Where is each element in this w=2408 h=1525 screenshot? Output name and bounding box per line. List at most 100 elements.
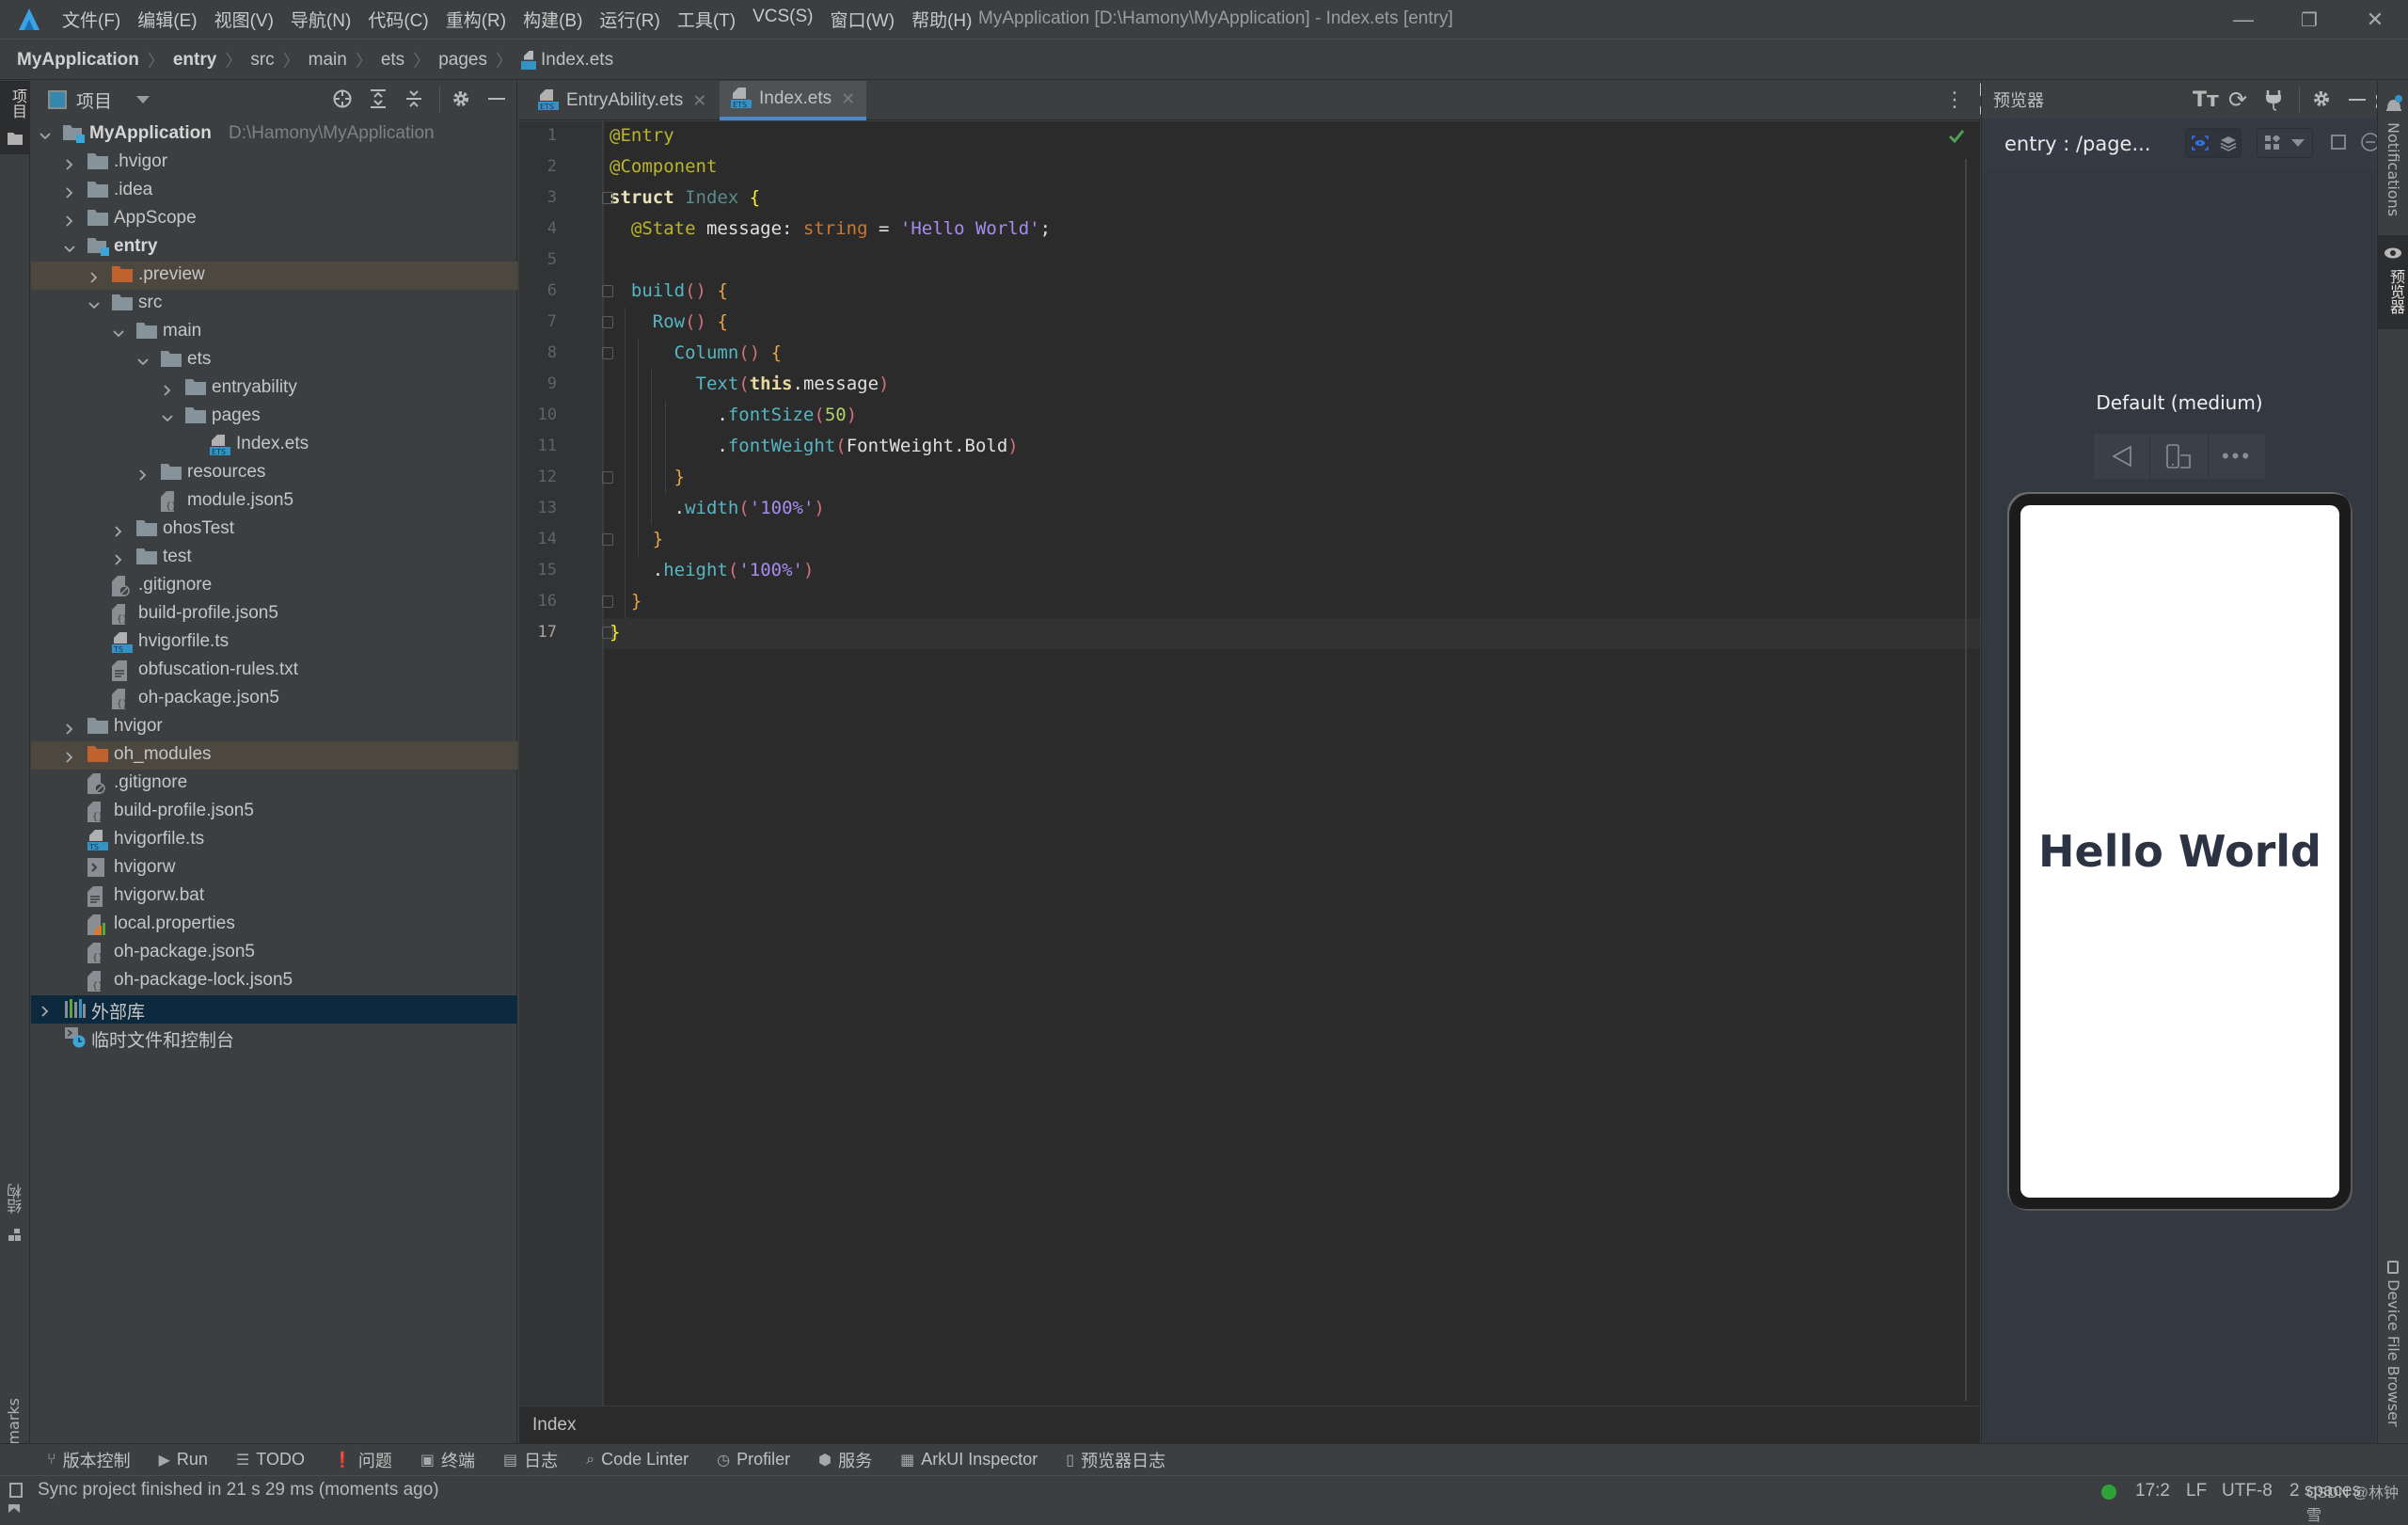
project-tool-button[interactable]: 项目: [0, 81, 29, 154]
menu-item[interactable]: 导航(N): [291, 7, 351, 32]
chevron-down-icon[interactable]: [136, 354, 150, 367]
tree-item[interactable]: {} build-profile.json5: [31, 600, 517, 628]
tree-item[interactable]: {} oh-package.json5: [31, 939, 517, 967]
breadcrumb-item[interactable]: src: [250, 50, 274, 71]
rotate-button[interactable]: [2150, 434, 2209, 479]
cursor-position[interactable]: 17:2: [2135, 1481, 2170, 1501]
breadcrumb-item[interactable]: main: [309, 50, 347, 71]
breadcrumb-item[interactable]: ets: [381, 50, 404, 71]
tool-window-branch[interactable]: ⑂ 版本控制: [47, 1448, 131, 1472]
fold-marker-icon[interactable]: [602, 471, 613, 484]
chevron-right-icon[interactable]: [161, 382, 174, 396]
tree-item[interactable]: src: [31, 290, 517, 318]
close-window-button[interactable]: ✕: [2352, 4, 2399, 36]
chevron-down-icon[interactable]: [87, 297, 101, 310]
breadcrumb-item[interactable]: Index.ets: [541, 50, 613, 71]
tab-options-button[interactable]: ⋮: [1944, 88, 1965, 111]
tool-window-inspector[interactable]: ▦ ArkUI Inspector: [900, 1450, 1038, 1469]
tree-item[interactable]: entryability: [31, 374, 517, 403]
menu-item[interactable]: 帮助(H): [911, 7, 972, 32]
device-screen[interactable]: Hello World: [2020, 505, 2339, 1198]
menu-item[interactable]: 重构(R): [446, 7, 506, 32]
breadcrumb-item[interactable]: pages: [438, 50, 487, 71]
menu-item[interactable]: 工具(T): [677, 7, 736, 32]
editor-breadcrumb-item[interactable]: Index: [532, 1415, 576, 1436]
tree-item[interactable]: .preview: [31, 262, 517, 290]
chevron-right-icon[interactable]: [112, 523, 125, 537]
menu-item[interactable]: 文件(F): [62, 7, 120, 32]
file-encoding[interactable]: UTF-8: [2222, 1481, 2273, 1501]
plugin-button[interactable]: [2264, 88, 2283, 117]
tree-item[interactable]: hvigor: [31, 713, 517, 741]
close-tab-icon[interactable]: ✕: [692, 91, 706, 111]
tool-window-play[interactable]: ▶ Run: [159, 1450, 208, 1469]
menu-item[interactable]: 运行(R): [599, 7, 659, 32]
zoom-out-button[interactable]: [2360, 132, 2377, 152]
chevron-right-icon[interactable]: [63, 721, 76, 735]
previewer-tool-button[interactable]: 预览器: [2378, 235, 2408, 329]
editor-scrollbar[interactable]: [1965, 159, 1967, 1401]
tree-item[interactable]: test: [31, 544, 517, 572]
tree-item[interactable]: 临时文件和控制台: [31, 1024, 517, 1052]
fit-screen-button[interactable]: [2330, 134, 2347, 155]
tree-item[interactable]: ohosTest: [31, 516, 517, 544]
tool-window-terminal[interactable]: ▣ 终端: [420, 1448, 475, 1472]
tree-item[interactable]: ETS Index.ets: [31, 431, 517, 459]
chevron-right-icon[interactable]: [87, 269, 101, 283]
fold-marker-icon[interactable]: [602, 347, 613, 359]
expand-all-button[interactable]: [368, 88, 388, 114]
tree-item[interactable]: .hvigor: [31, 149, 517, 177]
tree-item[interactable]: oh_modules: [31, 741, 517, 770]
device-file-browser-tool-button[interactable]: Device File Browser: [2378, 1257, 2408, 1445]
tree-item[interactable]: entry: [31, 233, 517, 262]
tree-item[interactable]: TS hvigorfile.ts: [31, 628, 517, 657]
tool-window-log[interactable]: ▤ 日志: [503, 1448, 558, 1472]
project-view-selector[interactable]: 项目: [48, 87, 150, 113]
tool-window-profiler[interactable]: ◷ Profiler: [717, 1450, 790, 1469]
minimize-button[interactable]: —: [2220, 4, 2267, 36]
code-editor[interactable]: 1 2 3 4 5 6 7 8 9 10 11 12 13 14 15 16 17 @Entry @Compone…: [519, 121, 1980, 1406]
tree-item[interactable]: hvigorw: [31, 854, 517, 882]
fold-marker-icon[interactable]: [602, 192, 613, 204]
chevron-down-icon[interactable]: [39, 128, 52, 141]
breadcrumb-item[interactable]: entry: [173, 50, 216, 71]
inspector-mode-button[interactable]: [2186, 129, 2214, 157]
tree-item[interactable]: ets: [31, 346, 517, 374]
editor-tab[interactable]: ETS Index.ets ✕: [720, 81, 867, 120]
tree-item[interactable]: {} module.json5: [31, 487, 517, 516]
more-options-button[interactable]: •••: [2209, 434, 2265, 479]
toggle-tool-windows-icon[interactable]: [9, 1483, 23, 1498]
hide-previewer-button[interactable]: [2349, 99, 2366, 101]
tool-window-warning[interactable]: ❗ 问题: [333, 1448, 392, 1472]
tree-item[interactable]: {} oh-package.json5: [31, 685, 517, 713]
tool-window-services[interactable]: ⬢ 服务: [818, 1448, 872, 1472]
chevron-down-icon[interactable]: [161, 410, 174, 423]
tree-item[interactable]: pages: [31, 403, 517, 431]
tree-item[interactable]: {} oh-package-lock.json5: [31, 967, 517, 995]
close-tab-icon[interactable]: ✕: [841, 89, 855, 109]
tree-item[interactable]: resources: [31, 459, 517, 487]
tree-item[interactable]: .gitignore: [31, 572, 517, 600]
fold-marker-icon[interactable]: [602, 316, 613, 328]
tree-item[interactable]: TS hvigorfile.ts: [31, 826, 517, 854]
fold-marker-icon[interactable]: [602, 285, 613, 297]
chevron-right-icon[interactable]: [63, 184, 76, 199]
line-separator[interactable]: LF: [2186, 1481, 2207, 1501]
tree-item[interactable]: local.properties: [31, 911, 517, 939]
chevron-down-icon[interactable]: [63, 241, 76, 254]
select-opened-file-button[interactable]: [332, 88, 353, 114]
chevron-right-icon[interactable]: [136, 467, 150, 481]
tree-item[interactable]: .idea: [31, 177, 517, 205]
tree-item[interactable]: {} build-profile.json5: [31, 798, 517, 826]
notifications-tool-button[interactable]: Notifications: [2378, 81, 2408, 231]
maximize-button[interactable]: ❐: [2286, 4, 2333, 36]
project-options-button[interactable]: [451, 88, 471, 114]
tree-item[interactable]: AppScope: [31, 205, 517, 233]
refresh-button[interactable]: ⟳: [2228, 87, 2247, 114]
menu-item[interactable]: 编辑(E): [137, 7, 197, 32]
menu-item[interactable]: 视图(V): [214, 7, 274, 32]
chevron-right-icon[interactable]: [63, 156, 76, 170]
fold-marker-icon[interactable]: [602, 596, 613, 608]
layers-button[interactable]: [2214, 129, 2242, 157]
fold-marker-icon[interactable]: [602, 533, 613, 546]
